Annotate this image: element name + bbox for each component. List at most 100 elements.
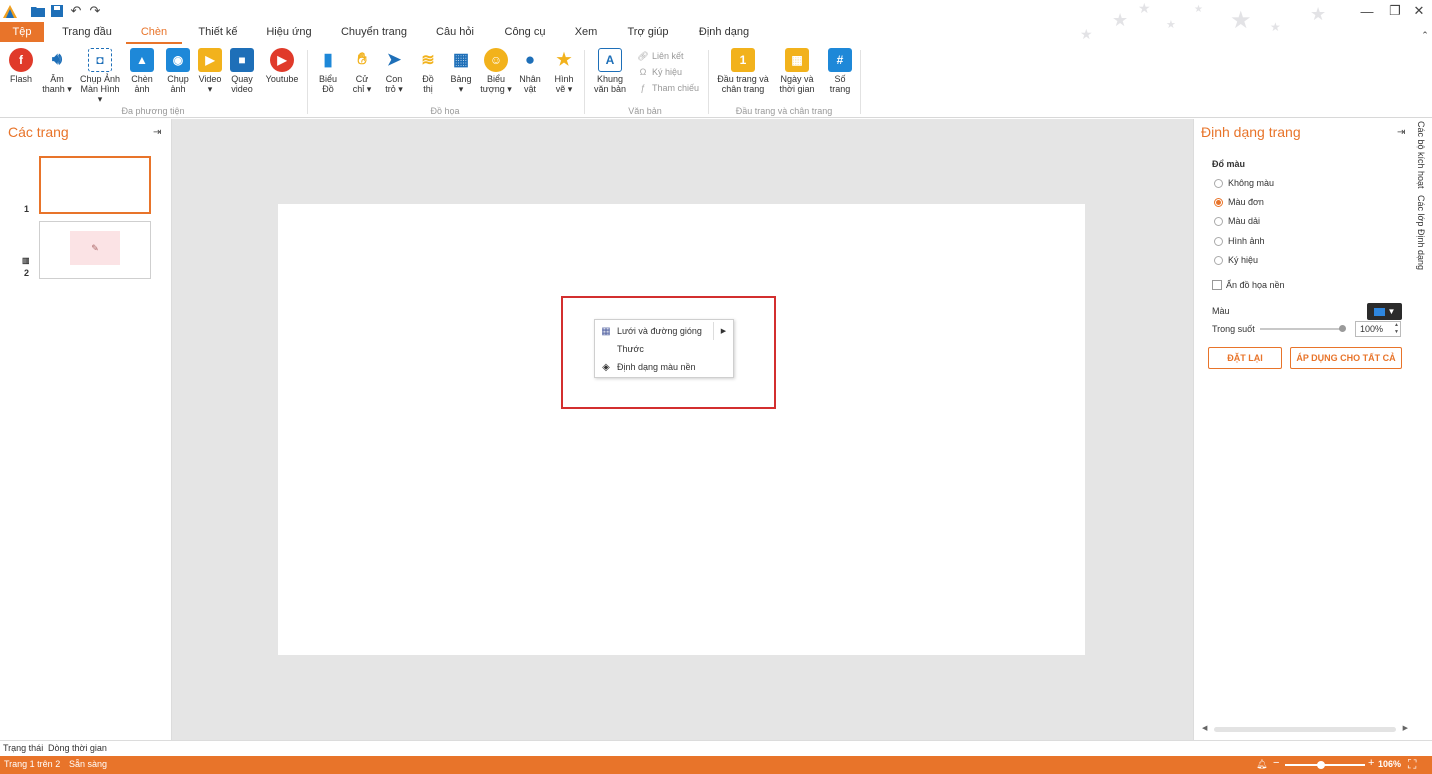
page-number-2: 2: [24, 268, 30, 278]
radio-button[interactable]: [1214, 178, 1223, 188]
apply-to-all-button[interactable]: ÁP DỤNG CHO TẤT CẢ: [1290, 347, 1402, 369]
function-icon: ƒ: [640, 83, 646, 93]
shapes-button[interactable]: ★ Hình vẽ ▾: [550, 48, 578, 94]
tab-tools[interactable]: Công cụ: [496, 22, 554, 42]
open-folder-icon[interactable]: [30, 3, 46, 19]
tab-triggers[interactable]: Các bộ kích hoạt: [1416, 121, 1426, 189]
smiley-icon: ☺: [484, 48, 508, 72]
link-button[interactable]: 🔗︎ Liên kết: [637, 49, 683, 63]
pages-panel-title: Các trang: [8, 124, 69, 140]
transparency-input[interactable]: 100% ▲ ▼: [1355, 321, 1401, 337]
radio-solid-fill[interactable]: Màu đơn: [1214, 196, 1264, 208]
radio-picture-fill[interactable]: Hình ảnh: [1214, 235, 1265, 247]
pointer-button[interactable]: ➤ Con trỏ ▾: [380, 48, 408, 94]
close-icon[interactable]: ✕: [1410, 2, 1428, 20]
character-button[interactable]: ● Nhân vật: [516, 48, 544, 94]
table-button[interactable]: ▦ Bảng ▾: [447, 48, 475, 94]
horizontal-scrollbar[interactable]: ◀ ▶: [1202, 724, 1408, 733]
insert-image-button[interactable]: ▲ Chèn ảnh: [128, 48, 156, 94]
tab-transitions[interactable]: Chuyển trang: [334, 22, 414, 42]
tab-format-side[interactable]: Định dạng: [1416, 229, 1426, 270]
collapse-ribbon-icon[interactable]: ⌃: [1416, 26, 1432, 44]
radio-button[interactable]: [1214, 236, 1223, 246]
minimize-icon[interactable]: —: [1358, 2, 1376, 20]
icon-button[interactable]: ☺ Biểu tượng ▾: [479, 48, 513, 94]
tab-file[interactable]: Tệp: [0, 22, 44, 42]
format-panel-title: Định dạng trang: [1201, 124, 1301, 140]
group-label-text: Văn bản: [628, 106, 662, 116]
graph-button[interactable]: ≋ Đồ thị: [414, 48, 442, 94]
date-time-button[interactable]: ▦ Ngày và thời gian: [776, 48, 818, 94]
youtube-icon: ▶: [270, 48, 294, 72]
submenu-arrow-icon[interactable]: ▶: [713, 322, 733, 340]
flash-button[interactable]: f Flash: [7, 48, 35, 84]
page-thumbnail-1[interactable]: [39, 156, 151, 214]
transparency-slider[interactable]: [1260, 325, 1346, 332]
screenshot-button[interactable]: ◘ Chụp Ảnh Màn Hình ▾: [77, 48, 123, 104]
radio-button[interactable]: [1214, 197, 1223, 207]
zoom-slider[interactable]: [1285, 761, 1365, 769]
menu-item-grid-guides[interactable]: ▦ Lưới và đường gióng ▶: [595, 322, 733, 340]
checkbox[interactable]: [1212, 280, 1222, 290]
save-icon[interactable]: [49, 3, 65, 19]
radio-button[interactable]: [1214, 255, 1223, 265]
tab-view[interactable]: Xem: [566, 22, 606, 42]
header-footer-button[interactable]: 1 Đầu trang và chân trang: [714, 48, 772, 94]
notification-icon[interactable]: 🔔︎: [1256, 759, 1267, 770]
radio-gradient-fill[interactable]: Màu dải: [1214, 215, 1260, 227]
symbol-button[interactable]: Ω Ký hiệu: [637, 65, 682, 79]
pin-icon[interactable]: ⇥: [1397, 127, 1405, 138]
record-video-button[interactable]: ■ Quay video: [228, 48, 256, 94]
audio-button[interactable]: 🔊︎ Âm thanh ▾: [40, 48, 74, 94]
tab-questions[interactable]: Câu hỏi: [426, 22, 484, 42]
tab-design[interactable]: Thiết kế: [190, 22, 246, 42]
tab-help[interactable]: Trợ giúp: [620, 22, 676, 42]
tab-states[interactable]: Trạng thái: [3, 743, 43, 753]
zoom-out-icon[interactable]: −: [1273, 757, 1279, 769]
cursor-icon: ➤: [386, 50, 402, 69]
reset-button[interactable]: ĐẶT LẠI: [1208, 347, 1282, 369]
video-button[interactable]: ▶ Video ▾: [196, 48, 224, 94]
tab-insert[interactable]: Chèn: [126, 22, 182, 44]
gesture-button[interactable]: ✋︎ Cử chỉ ▾: [348, 48, 376, 94]
film-icon: ▥: [22, 256, 30, 265]
page-thumbnail-2[interactable]: ✎: [39, 221, 151, 279]
restore-icon[interactable]: ❐: [1386, 2, 1404, 20]
radio-button[interactable]: [1214, 216, 1223, 226]
menu-item-format-background[interactable]: ◈ Định dạng màu nền: [595, 358, 733, 376]
canvas-area[interactable]: ▦ Lưới và đường gióng ▶ Thước ◈ Định dạn…: [172, 119, 1193, 740]
status-text: Sẵn sàng: [69, 759, 108, 769]
tab-layers[interactable]: Các lớp: [1416, 195, 1426, 226]
spinner-icon[interactable]: ▲ ▼: [1394, 322, 1399, 336]
scroll-right-icon[interactable]: ▶: [1403, 724, 1408, 732]
textbox-button[interactable]: A Khung văn bản: [592, 48, 628, 94]
page-number-button[interactable]: # Số trang: [826, 48, 854, 94]
slide-canvas[interactable]: [278, 204, 1085, 655]
redo-icon[interactable]: ↷: [87, 3, 103, 19]
radio-pattern-fill[interactable]: Ký hiệu: [1214, 254, 1258, 266]
menu-item-ruler[interactable]: Thước: [595, 340, 733, 358]
zoom-in-icon[interactable]: +: [1368, 757, 1374, 769]
tab-timeline[interactable]: Dòng thời gian: [48, 743, 107, 753]
tab-effects[interactable]: Hiệu ứng: [258, 22, 320, 42]
scroll-left-icon[interactable]: ◀: [1202, 724, 1207, 732]
reference-button[interactable]: ƒ Tham chiếu: [637, 81, 699, 95]
tab-home[interactable]: Trang đầu: [56, 22, 118, 42]
take-photo-button[interactable]: ◉ Chụp ảnh: [164, 48, 192, 94]
undo-icon[interactable]: ↶: [68, 3, 84, 19]
radio-no-fill[interactable]: Không màu: [1214, 177, 1274, 189]
header-footer-icon: 1: [731, 48, 755, 72]
tab-format[interactable]: Định dạng: [692, 22, 756, 42]
fit-to-window-icon[interactable]: ⛶: [1408, 757, 1416, 772]
chart-button[interactable]: ▮ Biểu Đồ: [314, 48, 342, 94]
zoom-slider-handle[interactable]: [1317, 761, 1325, 769]
page-number-1: 1: [24, 204, 30, 214]
pin-icon[interactable]: ⇥: [153, 127, 161, 138]
color-picker-button[interactable]: ▼: [1367, 303, 1402, 320]
page-number-icon: #: [828, 48, 852, 72]
shapes-icon: ★: [556, 50, 572, 69]
youtube-button[interactable]: ▶ Youtube: [264, 48, 300, 84]
slider-handle[interactable]: [1339, 325, 1346, 332]
link-icon: 🔗︎: [637, 50, 649, 61]
hide-background-checkbox[interactable]: Ẩn đồ họa nền: [1212, 279, 1285, 291]
